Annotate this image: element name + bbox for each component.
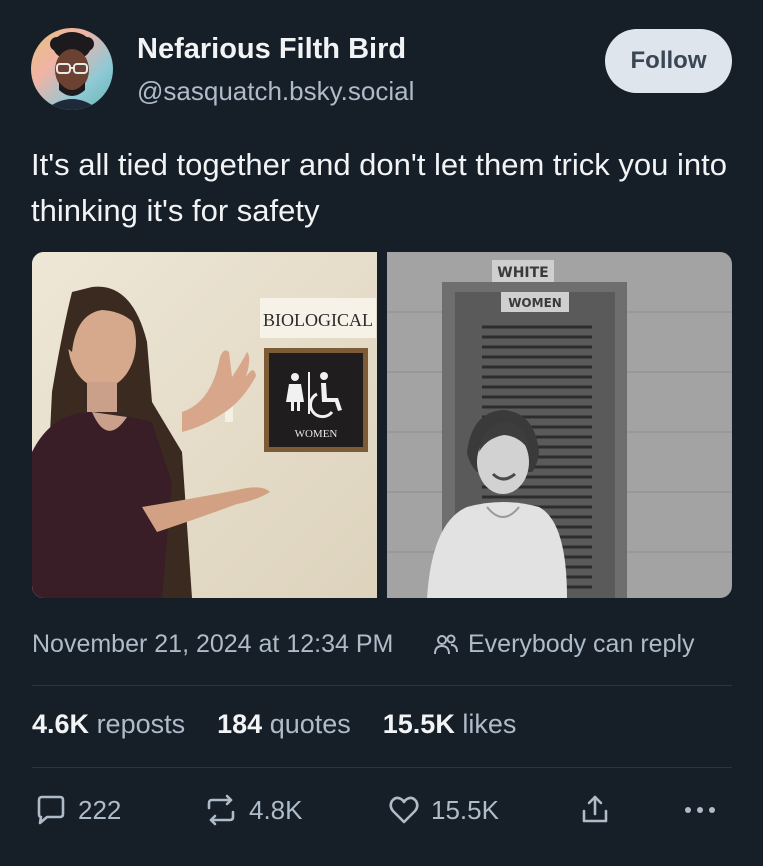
more-options-button[interactable]	[680, 793, 730, 827]
reply-setting-label: Everybody can reply	[468, 630, 695, 658]
reply-setting[interactable]: Everybody can reply	[432, 630, 695, 659]
share-upload-icon	[582, 795, 608, 823]
post-stats: 4.6K reposts 184 quotes 15.5K likes	[32, 709, 548, 740]
post-timestamp[interactable]: November 21, 2024 at 12:34 PM	[32, 630, 393, 659]
like-count: 15.5K	[431, 794, 499, 825]
post-image-2[interactable]: WHITE WOMEN	[387, 252, 732, 598]
repost-button[interactable]: 4.8K	[203, 793, 303, 827]
people-icon	[434, 634, 458, 654]
sign-biological-text: BIOLOGICAL	[263, 310, 373, 330]
follow-button[interactable]: Follow	[605, 29, 732, 93]
avatar-illustration	[45, 32, 99, 110]
divider	[32, 685, 732, 686]
sign-women-text: WOMEN	[295, 428, 338, 440]
post-card: Nefarious Filth Bird @sasquatch.bsky.soc…	[0, 0, 763, 866]
author-display-name[interactable]: Nefarious Filth Bird	[137, 33, 406, 66]
like-button[interactable]: 15.5K	[387, 793, 499, 827]
share-button[interactable]	[578, 793, 622, 827]
ellipsis-icon	[685, 807, 715, 813]
repost-count: 4.8K	[249, 794, 303, 825]
post-text: It's all tied together and don't let the…	[31, 147, 727, 228]
quotes-stat[interactable]: 184 quotes	[217, 709, 351, 740]
reply-button[interactable]: 222	[34, 793, 121, 827]
heart-icon	[389, 796, 419, 824]
divider	[32, 767, 732, 768]
reposts-stat[interactable]: 4.6K reposts	[32, 709, 185, 740]
likes-stat[interactable]: 15.5K likes	[383, 709, 517, 740]
sign-white-text: WHITE	[497, 265, 548, 281]
post-image-1[interactable]: BIOLOGICAL WOMEN	[32, 252, 377, 598]
sign-women-text-2: WOMEN	[508, 296, 562, 310]
avatar[interactable]	[31, 28, 113, 110]
speech-bubble-icon	[37, 795, 65, 825]
author-handle[interactable]: @sasquatch.bsky.social	[137, 76, 414, 107]
reply-count: 222	[78, 794, 122, 825]
repost-arrows-icon	[207, 794, 235, 826]
